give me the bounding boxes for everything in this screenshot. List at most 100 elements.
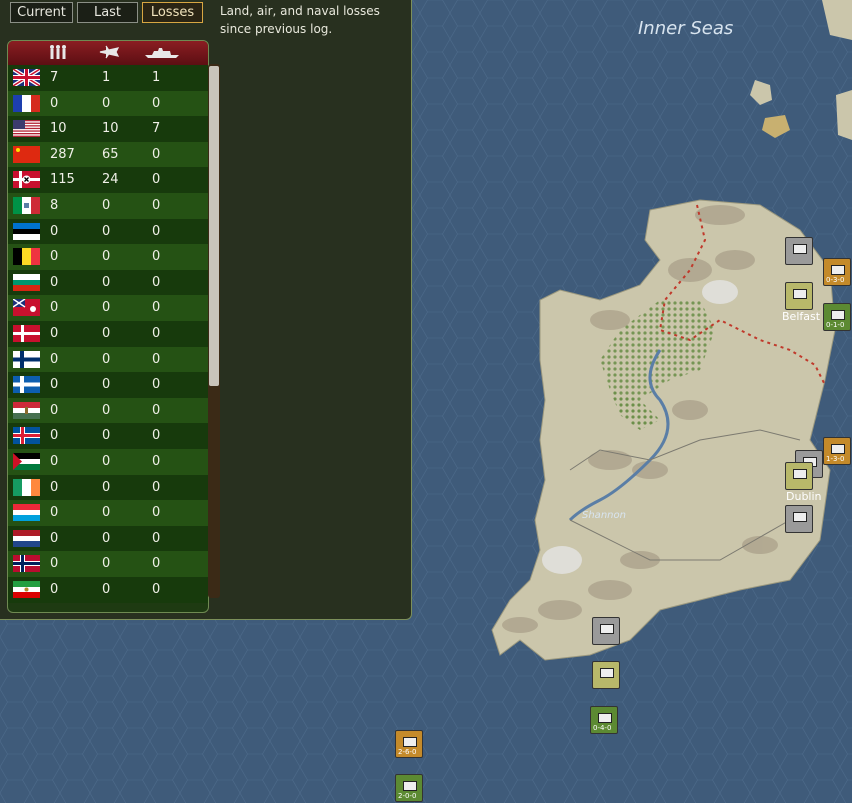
flag-iceland-icon bbox=[13, 427, 40, 445]
land-loss-value: 0 bbox=[50, 556, 59, 572]
tab-losses[interactable]: Losses bbox=[142, 2, 203, 23]
table-row[interactable]: 0 0 0 bbox=[8, 577, 208, 603]
land-loss-value: 0 bbox=[50, 351, 59, 367]
unit-symbol-icon bbox=[598, 713, 612, 723]
flag-iraq-icon bbox=[13, 453, 40, 470]
ground-counter[interactable] bbox=[592, 661, 620, 689]
air-icon bbox=[99, 45, 120, 59]
table-row[interactable]: 0 0 0 bbox=[8, 346, 208, 373]
unit-symbol-icon bbox=[793, 512, 807, 522]
city-label-dublin: Dublin bbox=[786, 490, 822, 503]
naval-loss-value: 7 bbox=[152, 121, 161, 137]
naval-counter[interactable]: 1-3-0 bbox=[823, 437, 851, 465]
air-loss-value: 0 bbox=[102, 530, 111, 546]
naval-loss-value: 0 bbox=[152, 95, 161, 111]
air-loss-value: 0 bbox=[102, 326, 111, 341]
table-row[interactable]: 0 0 0 bbox=[8, 244, 208, 270]
land-loss-value: 0 bbox=[50, 300, 59, 316]
table-row[interactable]: 0 0 0 bbox=[8, 449, 208, 475]
unit-strength-label: 2-6-0 bbox=[398, 748, 417, 756]
naval-counter[interactable]: 0-3-0 bbox=[823, 258, 851, 286]
air-loss-value: 0 bbox=[102, 377, 111, 393]
table-row[interactable]: 0 0 0 bbox=[8, 321, 208, 347]
ground-counter[interactable] bbox=[785, 462, 813, 490]
ground-counter[interactable] bbox=[785, 282, 813, 310]
losses-table: 7 1 1 0 0 0 10 10 7 287 65 0 115 24 0 8 0 0 0 0 0 0 0 0 0 0 0 0 0 0 0 0… bbox=[7, 40, 209, 613]
land-loss-value: 10 bbox=[50, 121, 67, 137]
naval-counter[interactable]: 0-1-0 bbox=[823, 303, 851, 331]
air-loss-value: 0 bbox=[102, 454, 111, 469]
land-loss-value: 0 bbox=[50, 582, 59, 597]
naval-loss-value: 0 bbox=[152, 198, 161, 213]
unit-symbol-icon bbox=[793, 289, 807, 299]
table-row[interactable]: 0 0 0 bbox=[8, 269, 208, 296]
river-label-shannon: Shannon bbox=[582, 510, 626, 521]
unit-symbol-icon bbox=[793, 244, 807, 254]
naval-loss-value: 0 bbox=[152, 582, 161, 597]
table-row[interactable]: 0 0 0 bbox=[8, 90, 208, 117]
table-row[interactable]: 0 0 0 bbox=[8, 295, 208, 321]
tab-current[interactable]: Current bbox=[10, 2, 73, 23]
air-loss-value: 0 bbox=[102, 95, 111, 111]
table-row[interactable]: 7 1 1 bbox=[8, 65, 208, 91]
ground-counter[interactable] bbox=[785, 237, 813, 265]
air-loss-value: 1 bbox=[102, 70, 111, 85]
air-loss-value: 0 bbox=[102, 351, 111, 367]
air-loss-value: 0 bbox=[102, 249, 111, 265]
naval-loss-value: 0 bbox=[152, 479, 161, 495]
unit-symbol-icon bbox=[793, 469, 807, 479]
flag-estonia-icon bbox=[13, 222, 40, 240]
table-row[interactable]: 0 0 0 bbox=[8, 218, 208, 245]
flag-germany-icon bbox=[13, 171, 40, 189]
ground-counter[interactable] bbox=[785, 505, 813, 533]
description-text: Land, air, and naval losses since previo… bbox=[220, 4, 380, 36]
table-row[interactable]: 0 0 0 bbox=[8, 423, 208, 449]
naval-counter[interactable]: 2-0-0 bbox=[395, 774, 423, 802]
naval-loss-value: 0 bbox=[152, 172, 161, 188]
land-loss-value: 287 bbox=[50, 146, 75, 162]
naval-counter[interactable]: 2-6-0 bbox=[395, 730, 423, 758]
land-loss-value: 8 bbox=[50, 198, 59, 213]
land-loss-value: 0 bbox=[50, 454, 59, 469]
table-row[interactable]: 0 0 0 bbox=[8, 500, 208, 526]
flag-denmark-icon bbox=[13, 325, 40, 342]
naval-loss-value: 0 bbox=[152, 274, 161, 290]
land-loss-value: 0 bbox=[50, 402, 59, 418]
ground-counter[interactable] bbox=[592, 617, 620, 645]
table-row[interactable]: 287 65 0 bbox=[8, 141, 208, 168]
table-row[interactable]: 0 0 0 bbox=[8, 474, 208, 501]
land-loss-value: 0 bbox=[50, 274, 59, 290]
flag-persia-icon bbox=[13, 581, 40, 598]
scrollbar-thumb[interactable] bbox=[209, 66, 219, 386]
naval-loss-value: 0 bbox=[152, 377, 161, 393]
flag-ireland-icon bbox=[13, 478, 40, 496]
flag-luxembourg-icon bbox=[13, 504, 40, 522]
naval-loss-value: 0 bbox=[152, 249, 161, 265]
naval-loss-value: 0 bbox=[152, 146, 161, 162]
air-loss-value: 0 bbox=[102, 428, 111, 444]
table-row[interactable]: 0 0 0 bbox=[8, 551, 208, 577]
naval-loss-value: 0 bbox=[152, 454, 161, 469]
table-row[interactable]: 115 24 0 bbox=[8, 167, 208, 193]
air-loss-value: 0 bbox=[102, 505, 111, 521]
table-row[interactable]: 0 0 0 bbox=[8, 525, 208, 552]
naval-counter[interactable]: 0-4-0 bbox=[590, 706, 618, 734]
table-row[interactable]: 8 0 0 bbox=[8, 193, 208, 219]
naval-loss-value: 0 bbox=[152, 556, 161, 572]
naval-loss-value: 0 bbox=[152, 326, 161, 341]
table-row[interactable]: 0 0 0 bbox=[8, 397, 208, 424]
table-scrollbar[interactable] bbox=[208, 64, 220, 598]
city-label-belfast: Belfast bbox=[782, 310, 821, 323]
flag-hungary-icon bbox=[13, 401, 40, 419]
flag-finland-icon bbox=[13, 350, 40, 368]
table-row[interactable]: 10 10 7 bbox=[8, 116, 208, 142]
log-panel: Current Last Losses Land, air, and naval… bbox=[0, 0, 412, 620]
flag-greece-icon bbox=[13, 376, 40, 394]
table-header bbox=[8, 41, 208, 66]
table-row[interactable]: 0 0 0 bbox=[8, 372, 208, 398]
land-loss-value: 7 bbox=[50, 70, 59, 85]
naval-loss-value: 0 bbox=[152, 351, 161, 367]
land-loss-value: 115 bbox=[50, 172, 75, 188]
tab-last[interactable]: Last bbox=[77, 2, 138, 23]
land-loss-value: 0 bbox=[50, 428, 59, 444]
